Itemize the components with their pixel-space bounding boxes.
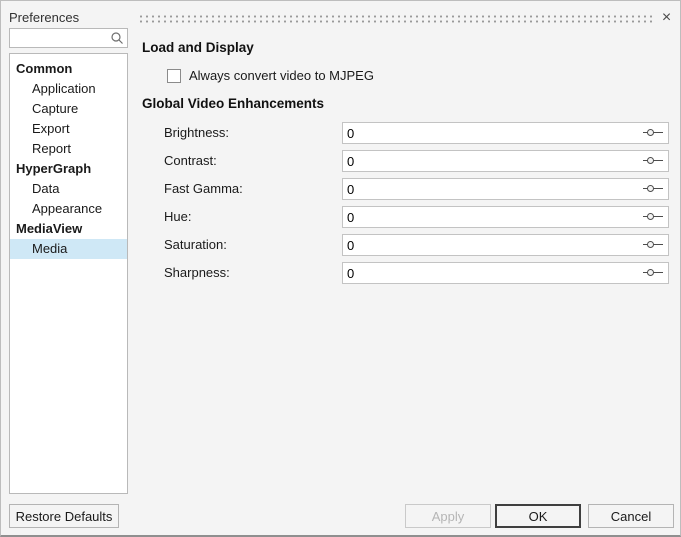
contrast-label: Contrast: bbox=[164, 150, 217, 172]
contrast-slider-icon[interactable] bbox=[643, 155, 663, 167]
brightness-label: Brightness: bbox=[164, 122, 229, 144]
saturation-field bbox=[342, 234, 669, 256]
mjpeg-checkbox-label[interactable]: Always convert video to MJPEG bbox=[189, 68, 374, 83]
hue-input[interactable] bbox=[343, 207, 643, 227]
hue-label: Hue: bbox=[164, 206, 191, 228]
search-box bbox=[9, 28, 128, 48]
saturation-label: Saturation: bbox=[164, 234, 227, 256]
tree-item-application[interactable]: Application bbox=[10, 79, 127, 99]
apply-button[interactable]: Apply bbox=[405, 504, 491, 528]
fast-gamma-field bbox=[342, 178, 669, 200]
contrast-field bbox=[342, 150, 669, 172]
saturation-input[interactable] bbox=[343, 235, 643, 255]
tree-item-appearance[interactable]: Appearance bbox=[10, 199, 127, 219]
hue-slider-icon[interactable] bbox=[643, 211, 663, 223]
brightness-input[interactable] bbox=[343, 123, 643, 143]
sharpness-label: Sharpness: bbox=[164, 262, 230, 284]
mjpeg-checkbox[interactable] bbox=[167, 69, 181, 83]
sharpness-input[interactable] bbox=[343, 263, 643, 283]
restore-defaults-button[interactable]: Restore Defaults bbox=[9, 504, 119, 528]
sharpness-field bbox=[342, 262, 669, 284]
fast-gamma-label: Fast Gamma: bbox=[164, 178, 243, 200]
section-heading-load-display: Load and Display bbox=[142, 40, 254, 55]
hue-field bbox=[342, 206, 669, 228]
search-input[interactable] bbox=[10, 31, 109, 45]
brightness-field bbox=[342, 122, 669, 144]
close-icon[interactable]: × bbox=[656, 7, 677, 28]
tree-group-mediaview[interactable]: MediaView bbox=[10, 219, 127, 239]
ok-button[interactable]: OK bbox=[495, 504, 581, 528]
contrast-input[interactable] bbox=[343, 151, 643, 171]
sharpness-slider-icon[interactable] bbox=[643, 267, 663, 279]
fast-gamma-input[interactable] bbox=[343, 179, 643, 199]
search-icon bbox=[109, 30, 125, 46]
tree-item-data[interactable]: Data bbox=[10, 179, 127, 199]
fast-gamma-slider-icon[interactable] bbox=[643, 183, 663, 195]
preferences-dialog: Preferences × Common Application Capture… bbox=[0, 0, 681, 537]
saturation-slider-icon[interactable] bbox=[643, 239, 663, 251]
mjpeg-checkbox-row: Always convert video to MJPEG bbox=[167, 68, 374, 83]
section-heading-enhancements: Global Video Enhancements bbox=[142, 96, 324, 111]
tree-group-common[interactable]: Common bbox=[10, 59, 127, 79]
tree-item-capture[interactable]: Capture bbox=[10, 99, 127, 119]
cancel-button[interactable]: Cancel bbox=[588, 504, 674, 528]
tree-item-media[interactable]: Media bbox=[10, 239, 127, 259]
dialog-title: Preferences bbox=[9, 10, 79, 25]
tree-item-report[interactable]: Report bbox=[10, 139, 127, 159]
drag-gripper[interactable] bbox=[138, 14, 654, 24]
tree-group-hypergraph[interactable]: HyperGraph bbox=[10, 159, 127, 179]
tree-item-export[interactable]: Export bbox=[10, 119, 127, 139]
preferences-tree: Common Application Capture Export Report… bbox=[9, 53, 128, 494]
brightness-slider-icon[interactable] bbox=[643, 127, 663, 139]
